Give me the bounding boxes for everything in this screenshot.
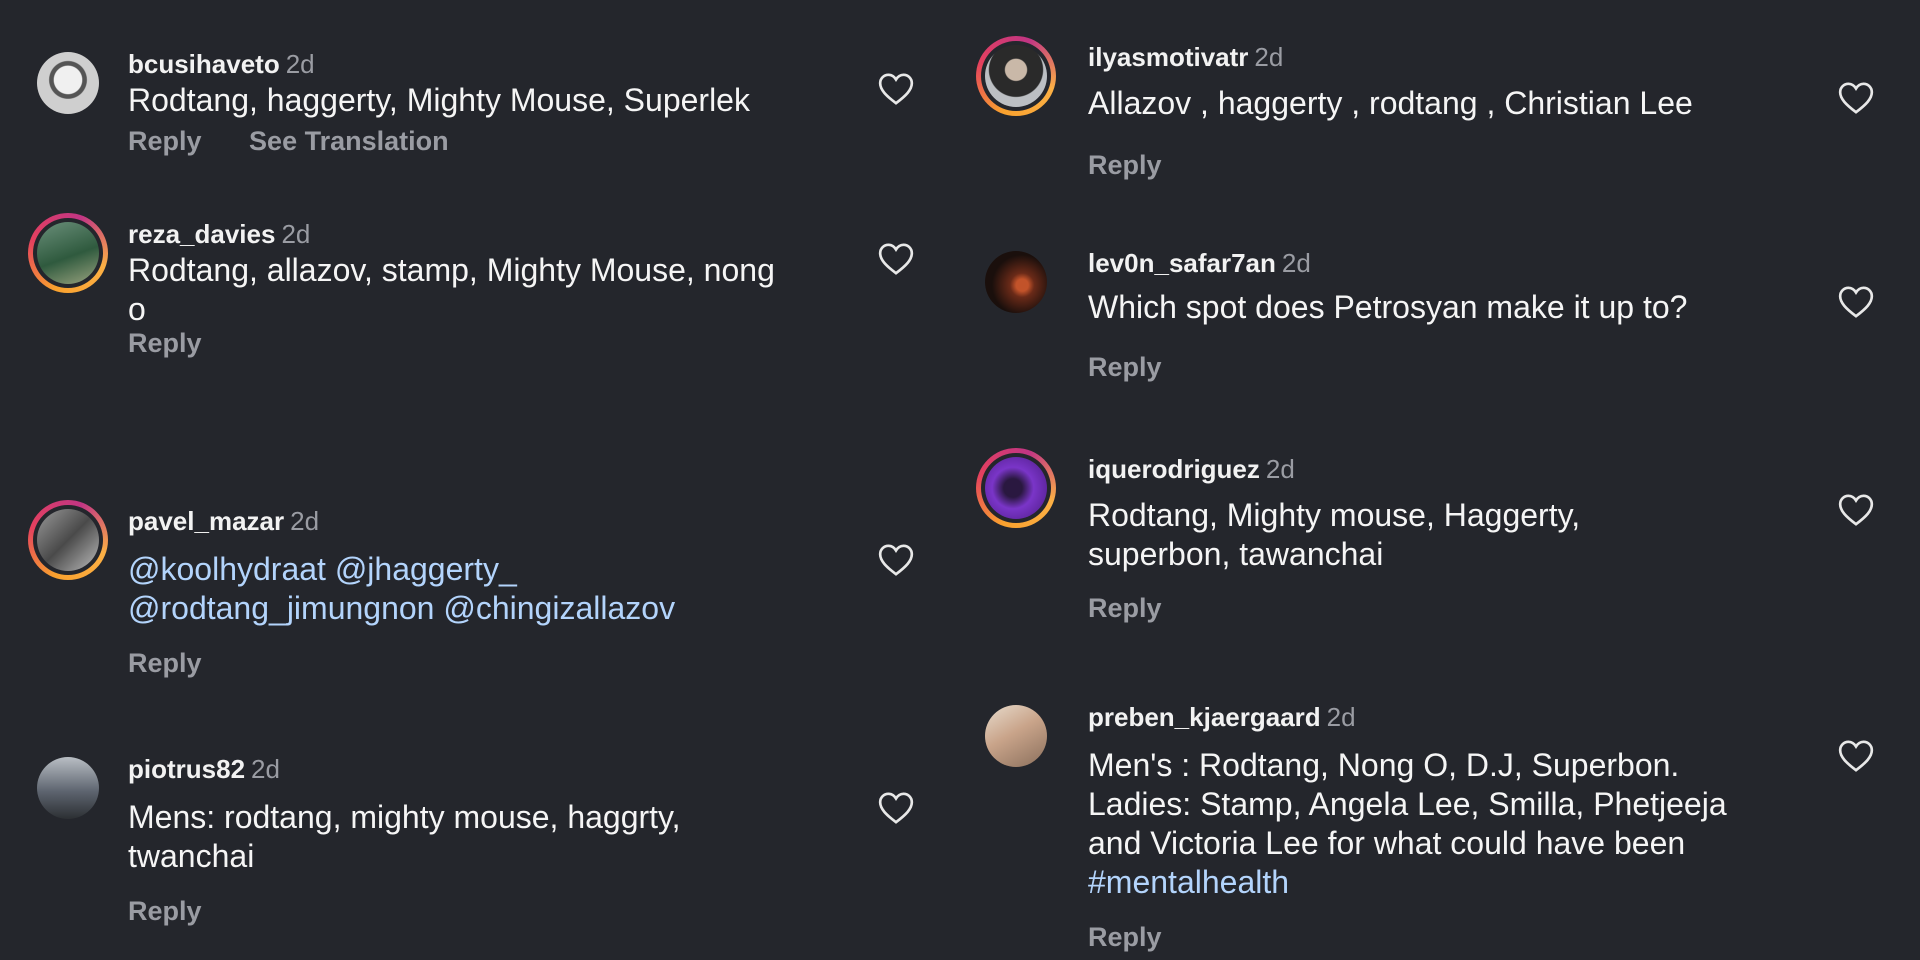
- reply-button[interactable]: Reply: [1088, 922, 1162, 952]
- comment-actions: Reply: [1088, 150, 1202, 181]
- avatar[interactable]: [28, 500, 108, 580]
- heart-outline-icon[interactable]: [1836, 736, 1876, 776]
- comment-text: Which spot does Petrosyan make it up to?: [1088, 289, 1688, 325]
- comment-actions: Reply: [128, 328, 242, 359]
- left-comment-column: bcusihaveto 2d Rodtang, haggerty, Mighty …: [0, 0, 960, 960]
- avatar[interactable]: [976, 448, 1056, 528]
- comment-actions: Reply: [1088, 352, 1202, 383]
- comment-time: 2d: [1254, 42, 1284, 72]
- comment-text: Mens: rodtang, mighty mouse, haggrty, tw…: [128, 799, 681, 874]
- comment-actions: Reply: [1088, 922, 1202, 953]
- comment-time: 2d: [1326, 702, 1356, 732]
- comment-time: 2d: [290, 506, 320, 536]
- comment-text: Rodtang, Mighty mouse, Haggerty, superbo…: [1088, 497, 1581, 572]
- comment-text: Rodtang, haggerty, Mighty Mouse, Superle…: [128, 82, 750, 118]
- heart-outline-icon[interactable]: [1836, 490, 1876, 530]
- comment-username[interactable]: iquerodriguez 2d: [1088, 454, 1295, 485]
- reply-button[interactable]: Reply: [128, 896, 202, 926]
- heart-outline-icon[interactable]: [1836, 282, 1876, 322]
- comment-username[interactable]: ilyasmotivatr 2d: [1088, 42, 1283, 73]
- comment-text: Men's : Rodtang, Nong O, D.J, Superbon. …: [1088, 746, 1778, 902]
- reply-button[interactable]: Reply: [128, 648, 202, 678]
- comment-username[interactable]: preben_kjaergaard 2d: [1088, 702, 1356, 733]
- avatar[interactable]: [976, 242, 1056, 322]
- comment-actions: Reply See Translation: [128, 126, 489, 157]
- reply-button[interactable]: Reply: [1088, 352, 1162, 382]
- comment-time: 2d: [285, 49, 315, 79]
- reply-button[interactable]: Reply: [128, 126, 202, 156]
- heart-outline-icon[interactable]: [876, 239, 916, 279]
- reply-button[interactable]: Reply: [1088, 593, 1162, 623]
- comment-time: 2d: [1265, 454, 1295, 484]
- comment-text: Rodtang, allazov, stamp, Mighty Mouse, n…: [128, 252, 775, 327]
- reply-button[interactable]: Reply: [128, 328, 202, 358]
- hashtag-link[interactable]: #mentalhealth: [1088, 864, 1289, 900]
- avatar[interactable]: [28, 748, 108, 828]
- right-comment-column: ilyasmotivatr 2d Allazov , haggerty , rod…: [960, 0, 1920, 960]
- comment-text[interactable]: @koolhydraat @jhaggerty_ @rodtang_jimung…: [128, 550, 768, 628]
- comment-actions: Reply: [128, 648, 242, 679]
- comment-time: 2d: [281, 219, 311, 249]
- reply-button[interactable]: Reply: [1088, 150, 1162, 180]
- heart-outline-icon[interactable]: [876, 69, 916, 109]
- comment-time: 2d: [1281, 248, 1311, 278]
- heart-outline-icon[interactable]: [876, 788, 916, 828]
- avatar[interactable]: [976, 36, 1056, 116]
- avatar[interactable]: [976, 696, 1056, 776]
- comment-username[interactable]: lev0n_safar7an 2d: [1088, 248, 1311, 279]
- heart-outline-icon[interactable]: [876, 540, 916, 580]
- comment-time: 2d: [251, 754, 280, 784]
- comment-text: Allazov , haggerty , rodtang , Christian…: [1088, 85, 1693, 121]
- avatar[interactable]: [28, 213, 108, 293]
- comment-actions: Reply: [1088, 593, 1202, 624]
- comment-username[interactable]: pavel_mazar 2d: [128, 506, 319, 537]
- comment-username[interactable]: piotrus82 2d: [128, 754, 280, 785]
- avatar[interactable]: [28, 43, 108, 123]
- see-translation-button[interactable]: See Translation: [249, 126, 449, 156]
- comment-text-body: Men's : Rodtang, Nong O, D.J, Superbon. …: [1088, 747, 1727, 861]
- heart-outline-icon[interactable]: [1836, 78, 1876, 118]
- comment-username[interactable]: reza_davies 2d: [128, 219, 310, 250]
- comment-username[interactable]: bcusihaveto 2d: [128, 49, 315, 80]
- comment-actions: Reply: [128, 896, 242, 927]
